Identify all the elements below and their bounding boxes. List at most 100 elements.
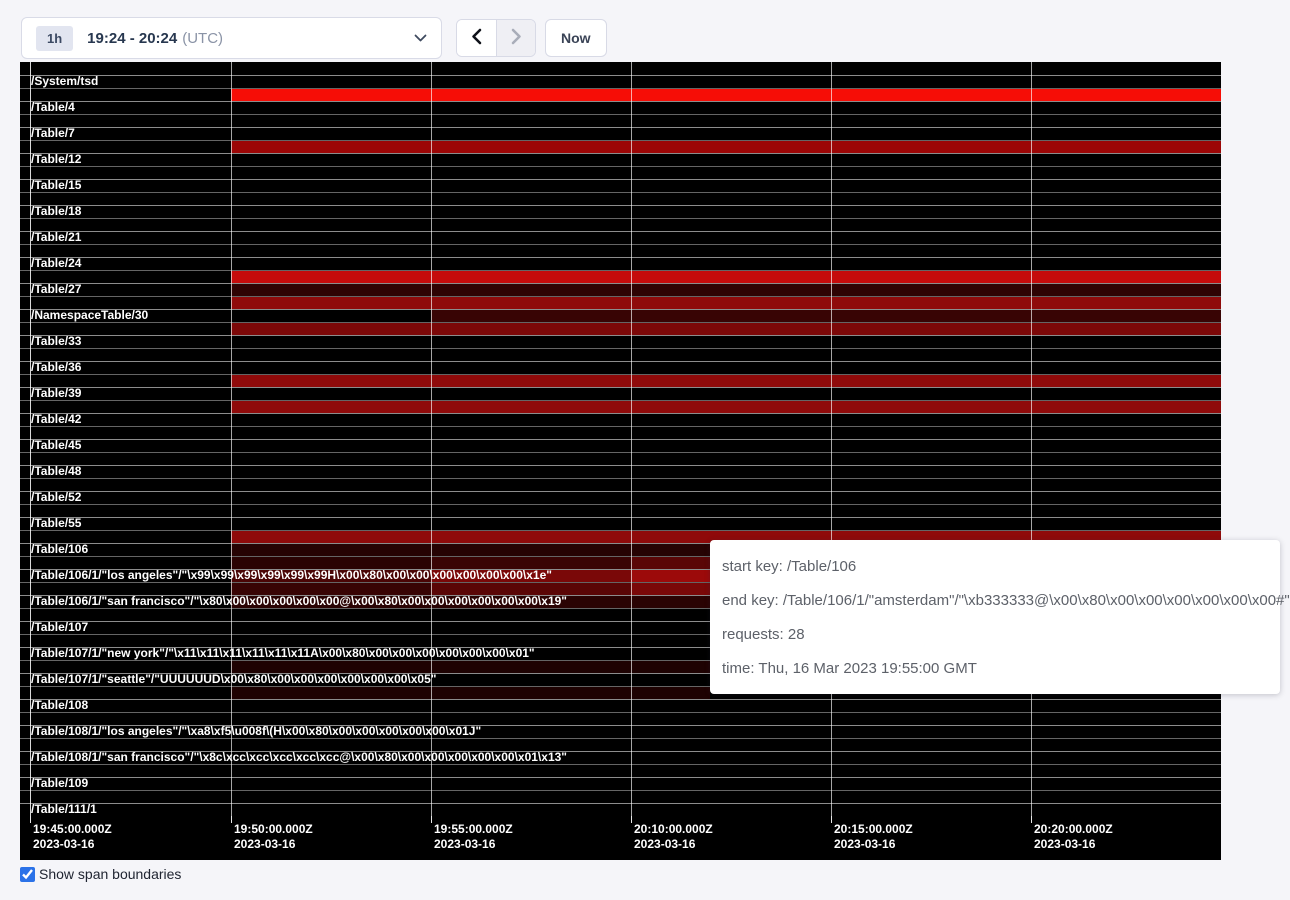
next-time-button[interactable] xyxy=(496,20,535,56)
span-boundary-line xyxy=(20,803,1221,804)
time-gridline xyxy=(631,62,632,816)
row-label: /Table/15 xyxy=(31,179,81,192)
span-boundary-line xyxy=(20,140,1221,141)
heat-band xyxy=(231,89,1221,101)
heat-band xyxy=(231,271,1221,283)
span-boundary-line xyxy=(20,426,1221,427)
heat-band xyxy=(231,401,1221,413)
span-boundary-line xyxy=(20,218,1221,219)
span-boundary-line xyxy=(20,764,1221,765)
heat-band xyxy=(231,297,1221,309)
row-label: /System/tsd xyxy=(31,75,98,88)
span-boundary-line xyxy=(20,738,1221,739)
row-label: /Table/106/1/"san francisco"/"\x80\x00\x… xyxy=(31,595,567,608)
row-label: /Table/106/1/"los angeles"/"\x99\x99\x99… xyxy=(31,569,552,582)
axis-tick-mark xyxy=(631,816,632,823)
tooltip-line: start key: /Table/106 xyxy=(722,550,1268,584)
row-label: /Table/108 xyxy=(31,699,88,712)
time-range-selector[interactable]: 1h 19:24 - 20:24 (UTC) xyxy=(21,17,442,59)
row-label: /Table/107/1/"new york"/"\x11\x11\x11\x1… xyxy=(31,647,535,660)
hover-tooltip: start key: /Table/106end key: /Table/106… xyxy=(710,540,1280,694)
row-label: /Table/24 xyxy=(31,257,81,270)
span-boundary-line xyxy=(20,517,1221,518)
span-boundary-line xyxy=(20,361,1221,362)
time-gridline xyxy=(831,62,832,816)
chevron-right-icon xyxy=(511,28,522,48)
span-boundary-line xyxy=(20,244,1221,245)
axis-tick-label: 20:20:00.000Z2023-03-16 xyxy=(1034,822,1113,852)
time-axis: 19:45:00.000Z2023-03-16 19:50:00.000Z2023… xyxy=(20,816,1221,860)
key-visualizer-canvas[interactable]: /System/tsd/Table/4/Table/7/Table/12/Tab… xyxy=(20,62,1221,860)
row-label: /Table/45 xyxy=(31,439,81,452)
heat-band xyxy=(231,323,1221,335)
heat-band xyxy=(231,284,1221,296)
span-boundary-line xyxy=(20,283,1221,284)
show-span-boundaries-checkbox[interactable] xyxy=(20,867,35,882)
row-label: /Table/108/1/"san francisco"/"\x8c\xcc\x… xyxy=(31,751,567,764)
span-boundary-line xyxy=(20,166,1221,167)
span-boundary-line xyxy=(20,491,1221,492)
axis-tick-mark xyxy=(431,816,432,823)
axis-tick-label: 19:50:00.000Z2023-03-16 xyxy=(234,822,313,852)
row-label: /Table/42 xyxy=(31,413,81,426)
span-boundary-line xyxy=(20,322,1221,323)
duration-badge: 1h xyxy=(36,26,73,51)
row-label: /Table/39 xyxy=(31,387,81,400)
now-button[interactable]: Now xyxy=(545,19,607,57)
chevron-left-icon xyxy=(471,28,482,48)
axis-tick-label: 19:45:00.000Z2023-03-16 xyxy=(33,822,112,852)
span-boundary-line xyxy=(20,88,1221,89)
row-label: /Table/4 xyxy=(31,101,75,114)
span-boundary-line xyxy=(20,296,1221,297)
span-boundary-line xyxy=(20,465,1221,466)
span-boundary-line xyxy=(20,75,1221,76)
span-boundary-line xyxy=(20,179,1221,180)
row-label: /Table/36 xyxy=(31,361,81,374)
row-label: /Table/18 xyxy=(31,205,81,218)
heat-band xyxy=(231,141,1221,153)
row-label: /Table/7 xyxy=(31,127,75,140)
span-boundary-line xyxy=(20,153,1221,154)
span-boundary-line xyxy=(20,101,1221,102)
row-label: /Table/21 xyxy=(31,231,81,244)
span-boundary-line xyxy=(20,439,1221,440)
axis-tick-mark xyxy=(1031,816,1032,823)
row-label: /Table/48 xyxy=(31,465,81,478)
prev-time-button[interactable] xyxy=(457,20,496,56)
span-boundary-line xyxy=(20,452,1221,453)
span-boundary-line xyxy=(20,504,1221,505)
time-gridline xyxy=(231,62,232,816)
time-gridline xyxy=(431,62,432,816)
heat-band xyxy=(231,375,1221,387)
heat-band xyxy=(231,687,710,699)
row-label: /Table/107/1/"seattle"/"UUUUUUD\x00\x80\… xyxy=(31,673,436,686)
span-boundary-line xyxy=(20,478,1221,479)
span-boundary-line xyxy=(20,400,1221,401)
row-label: /Table/109 xyxy=(31,777,88,790)
span-boundary-line xyxy=(20,231,1221,232)
axis-tick-label: 19:55:00.000Z2023-03-16 xyxy=(434,822,513,852)
span-boundary-line xyxy=(20,712,1221,713)
span-boundary-line xyxy=(20,387,1221,388)
row-label: /Table/107 xyxy=(31,621,88,634)
heatmap-rows: /System/tsd/Table/4/Table/7/Table/12/Tab… xyxy=(20,62,1221,816)
row-label: /Table/52 xyxy=(31,491,81,504)
span-boundary-line xyxy=(20,205,1221,206)
span-boundary-line xyxy=(20,699,1221,700)
chevron-down-icon xyxy=(414,34,427,43)
axis-tick-label: 20:15:00.000Z2023-03-16 xyxy=(834,822,913,852)
row-label: /Table/12 xyxy=(31,153,81,166)
span-boundary-line xyxy=(20,348,1221,349)
checkbox-label: Show span boundaries xyxy=(39,866,181,882)
span-boundary-line xyxy=(20,374,1221,375)
time-gridline xyxy=(1031,62,1032,816)
tooltip-line: time: Thu, 16 Mar 2023 19:55:00 GMT xyxy=(722,652,1268,686)
axis-tick-label: 20:10:00.000Z2023-03-16 xyxy=(634,822,713,852)
span-boundary-line xyxy=(20,114,1221,115)
span-boundary-line xyxy=(20,270,1221,271)
row-label: /Table/108/1/"los angeles"/"\xa8\xf5\u00… xyxy=(31,725,481,738)
tooltip-line: end key: /Table/106/1/"amsterdam"/"\xb33… xyxy=(722,584,1268,618)
row-label: /Table/111/1 xyxy=(31,803,97,816)
axis-tick-mark xyxy=(831,816,832,823)
time-range-label: 19:24 - 20:24 xyxy=(87,30,177,47)
